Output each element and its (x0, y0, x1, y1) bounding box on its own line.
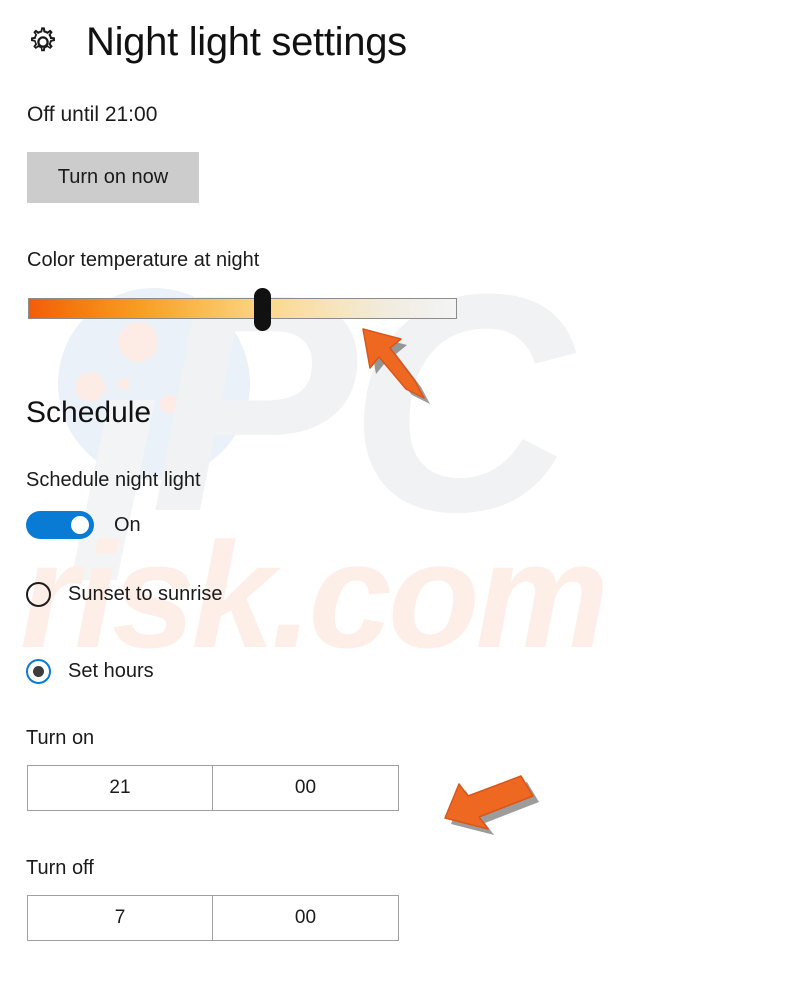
gear-icon (31, 27, 55, 52)
page-header: Night light settings (26, 22, 407, 62)
night-light-settings-page: Night light settings Off until 21:00 Tur… (0, 0, 790, 986)
schedule-night-light-label: Schedule night light (26, 469, 201, 491)
radio-unselected-icon (26, 582, 51, 607)
turn-on-hours-field[interactable]: 21 (27, 765, 213, 811)
turn-off-time-label: Turn off (26, 857, 94, 879)
turn-off-hours-field[interactable]: 7 (27, 895, 213, 941)
schedule-heading: Schedule (26, 396, 152, 429)
color-temperature-slider-thumb[interactable] (254, 288, 271, 331)
radio-label-sunset-to-sunrise: Sunset to sunrise (68, 583, 223, 605)
arrow-pointing-to-slider-icon (362, 328, 430, 404)
radio-option-set-hours[interactable]: Set hours (26, 659, 154, 684)
page-title: Night light settings (86, 20, 407, 64)
night-light-status-text: Off until 21:00 (27, 103, 158, 126)
turn-off-minutes-field[interactable]: 00 (213, 895, 399, 941)
radio-selected-icon (26, 659, 51, 684)
color-temperature-slider[interactable] (28, 298, 457, 319)
turn-on-time-label: Turn on (26, 727, 95, 749)
schedule-night-light-toggle[interactable] (26, 511, 94, 539)
turn-on-now-button[interactable]: Turn on now (27, 152, 199, 203)
arrow-pointing-to-turn-on-time-icon (444, 775, 539, 835)
color-temperature-label: Color temperature at night (27, 249, 260, 271)
turn-off-time-fields: 7 00 (27, 895, 399, 941)
radio-option-sunset-to-sunrise[interactable]: Sunset to sunrise (26, 582, 223, 607)
toggle-knob (71, 516, 89, 534)
radio-label-set-hours: Set hours (68, 660, 154, 682)
toggle-state-label: On (114, 514, 141, 536)
turn-on-time-fields: 21 00 (27, 765, 399, 811)
turn-on-minutes-field[interactable]: 00 (213, 765, 399, 811)
